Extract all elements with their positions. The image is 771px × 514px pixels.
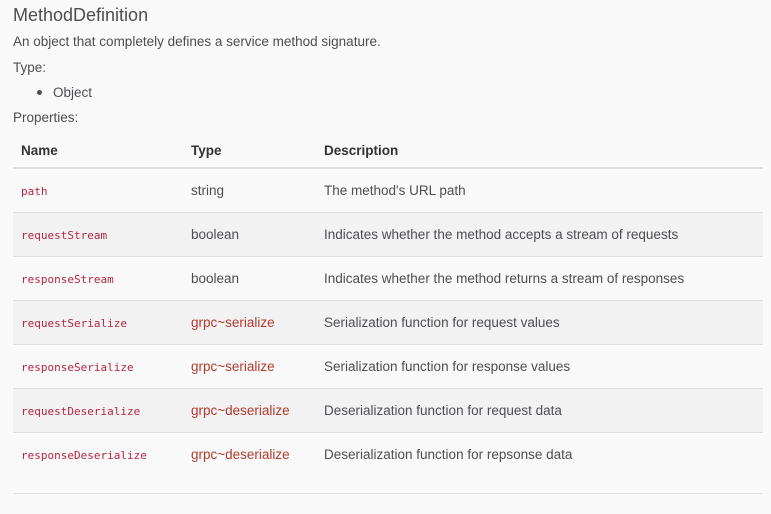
property-type-link[interactable]: grpc~deserialize — [191, 403, 290, 418]
property-name-cell: requestDeserialize — [13, 388, 183, 433]
property-description: Serialization function for response valu… — [316, 344, 763, 389]
property-name-cell: responseStream — [13, 256, 183, 301]
property-type: boolean — [191, 271, 240, 286]
property-name-cell: path — [13, 168, 183, 213]
property-name: responseSerialize — [21, 361, 134, 374]
table-row: requestDeserialize grpc~deserialize Deseri… — [13, 388, 763, 433]
property-type: string — [191, 183, 225, 198]
property-type-cell: grpc~deserialize — [183, 432, 316, 476]
property-name: responseDeserialize — [21, 449, 147, 462]
table-row: requestStream boolean Indicates whether th… — [13, 212, 763, 257]
page-title: MethodDefinition — [13, 5, 149, 25]
property-type-link[interactable]: grpc~deserialize — [191, 447, 290, 462]
property-name: path — [21, 185, 48, 198]
property-description: Serialization function for request value… — [316, 300, 763, 345]
property-type-cell: grpc~serialize — [183, 300, 316, 345]
property-type: boolean — [191, 227, 240, 242]
property-type-cell: boolean — [183, 256, 316, 301]
property-name: requestStream — [21, 229, 108, 242]
property-type-cell: grpc~serialize — [183, 344, 316, 389]
property-name: requestDeserialize — [21, 405, 141, 418]
properties-heading: Properties: — [13, 110, 79, 125]
property-type-cell: boolean — [183, 212, 316, 257]
type-heading: Type: — [13, 60, 47, 75]
table-row: path string The method's URL path — [13, 168, 763, 213]
property-description: The method's URL path — [316, 168, 763, 213]
table-row: responseDeserialize grpc~deserialize Deser… — [13, 432, 763, 476]
property-name-cell: requestStream — [13, 212, 183, 257]
table-row: responseSerialize grpc~serialize Serializa… — [13, 344, 763, 389]
type-list: Object — [37, 84, 92, 102]
column-header-type: Type — [183, 133, 316, 169]
property-name: responseStream — [21, 273, 114, 286]
property-description: Deserialization function for repsonse da… — [316, 432, 763, 476]
property-type-link[interactable]: grpc~serialize — [191, 359, 275, 374]
table-row: responseStream boolean Indicates whether t… — [13, 256, 763, 301]
property-description: Indicates whether the method returns a s… — [316, 256, 763, 301]
property-type-link[interactable]: grpc~serialize — [191, 315, 275, 330]
list-item: Object — [37, 84, 92, 102]
property-type-cell: string — [183, 168, 316, 213]
property-name: requestSerialize — [21, 317, 127, 330]
divider — [13, 493, 763, 494]
column-header-description: Description — [316, 133, 763, 169]
table-header-row: Name Type Description — [13, 133, 763, 169]
bullet-icon — [37, 90, 42, 95]
property-description: Indicates whether the method accepts a s… — [316, 212, 763, 257]
type-value: Object — [53, 85, 93, 100]
type-description: An object that completely defines a serv… — [13, 34, 381, 49]
property-description: Deserialization function for request dat… — [316, 388, 763, 433]
property-name-cell: responseDeserialize — [13, 432, 183, 476]
property-type-cell: grpc~deserialize — [183, 388, 316, 433]
properties-table: Name Type Description path string The meth… — [13, 133, 763, 476]
property-name-cell: responseSerialize — [13, 344, 183, 389]
property-name-cell: requestSerialize — [13, 300, 183, 345]
table-row: requestSerialize grpc~serialize Serializat… — [13, 300, 763, 345]
column-header-name: Name — [13, 133, 183, 169]
